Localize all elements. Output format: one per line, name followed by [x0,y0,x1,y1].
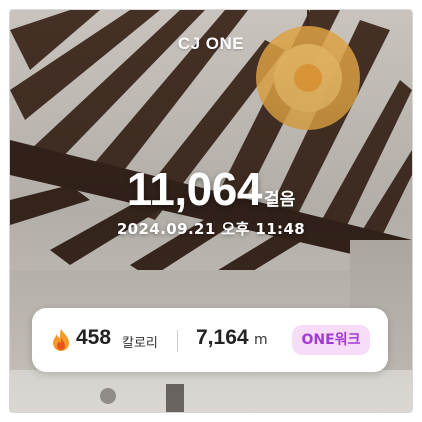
steps-count: 11,064 [126,163,263,215]
calories-value: 458 [76,326,112,349]
stats-panel: 458 칼로리 7,164 m ONE워크 [32,308,388,372]
flame-icon [53,329,69,351]
calories-unit: 칼로리 [122,336,158,351]
brand-logo: CJ ONE [177,34,245,53]
distance-unit: m [254,332,268,348]
one-walk-badge[interactable]: ONE워크 [292,325,370,355]
stats-divider [177,330,178,352]
steps-unit: 걸음 [263,190,296,210]
distance-value: 7,164 [196,326,249,349]
share-card: CJ ONE 11,064 걸음 2024.09.21 오후 11:48 458 … [10,10,412,412]
steps-display: 11,064 걸음 [10,162,412,216]
activity-datetime: 2024.09.21 오후 11:48 [116,220,306,238]
